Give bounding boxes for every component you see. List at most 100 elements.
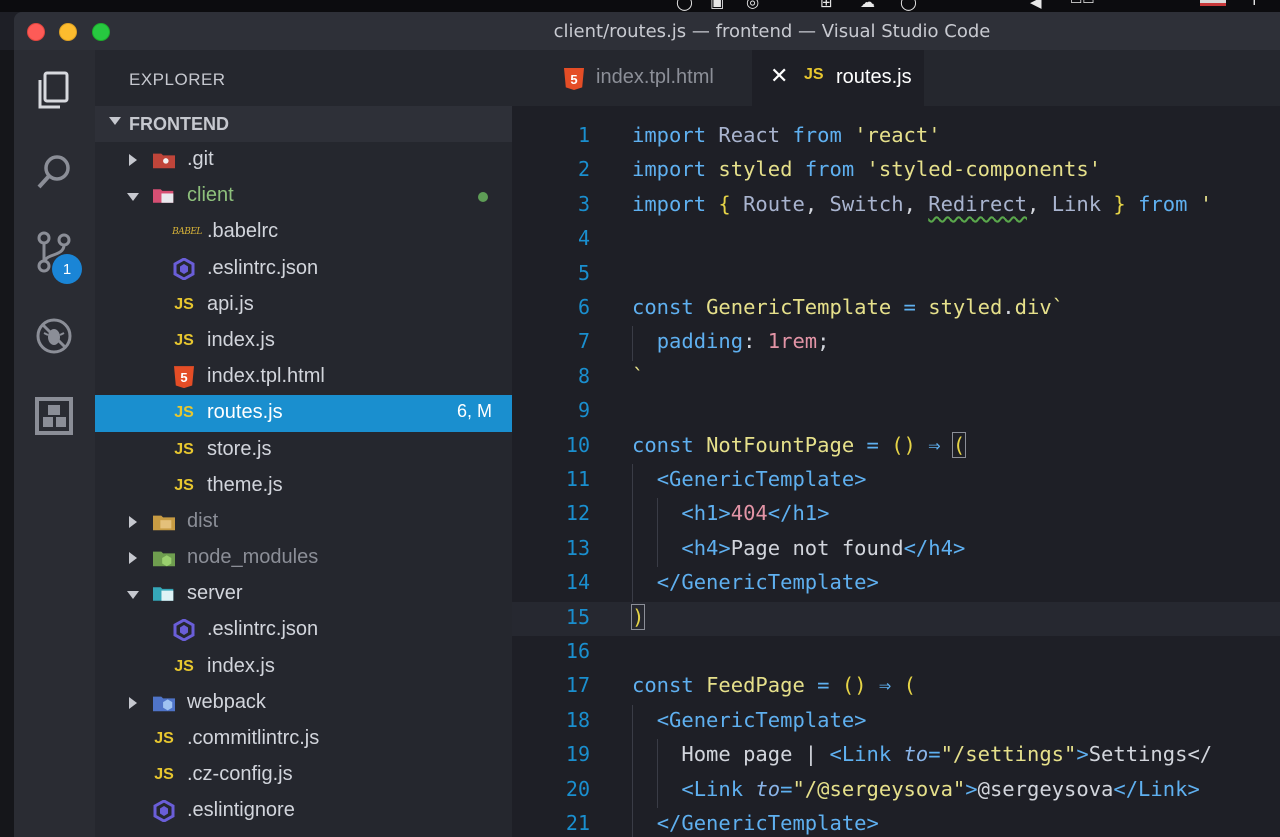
code-text: const FeedPage = () ⇒ ( bbox=[632, 673, 916, 698]
code-line[interactable]: 14 </GenericTemplate> bbox=[512, 567, 1280, 602]
tree-item-commitlintrc[interactable]: JS .commitlintrc.js bbox=[95, 721, 512, 757]
tree-item-label: .eslintrc.json bbox=[207, 256, 319, 279]
workspace-section-header[interactable]: FRONTEND bbox=[95, 106, 512, 142]
js-icon: JS bbox=[174, 295, 194, 313]
explorer-title: EXPLORER bbox=[129, 70, 226, 89]
line-number: 3 bbox=[577, 191, 590, 216]
code-text: import styled from 'styled-components' bbox=[632, 157, 1102, 182]
chevron-down-icon[interactable] bbox=[127, 591, 139, 600]
menubar-circle-icon[interactable]: ◯ bbox=[900, 0, 917, 10]
menubar-status-icon[interactable]: ◯ bbox=[676, 0, 693, 10]
tree-item-label: .eslintignore bbox=[187, 799, 295, 822]
tree-item-label: webpack bbox=[187, 690, 266, 713]
code-text: const GenericTemplate = styled.div` bbox=[632, 295, 1065, 319]
menubar-grid-icon[interactable]: ⊞ bbox=[820, 0, 833, 10]
tree-item-node-modules[interactable]: node_modules bbox=[95, 540, 512, 576]
code-line[interactable]: 12 <h1>404</h1> bbox=[512, 498, 1280, 533]
search-icon[interactable] bbox=[32, 150, 76, 194]
debug-icon[interactable] bbox=[32, 314, 76, 358]
code-line[interactable]: 5 bbox=[512, 258, 1280, 292]
chevron-down-icon[interactable] bbox=[127, 193, 139, 202]
code-line[interactable]: 15) bbox=[512, 601, 1280, 636]
tree-item-label: api.js bbox=[207, 292, 254, 315]
file-tree: .git client BABEL .babelrc .eslintrc.jso… bbox=[95, 142, 512, 830]
code-line[interactable]: 3 import { Route, Switch, Redirect, Link … bbox=[512, 189, 1280, 223]
menubar-bookmark-icon[interactable]: ▣ bbox=[710, 0, 724, 10]
js-icon: JS bbox=[174, 404, 194, 422]
code-line[interactable]: 1 import React from 'react' bbox=[512, 120, 1280, 154]
modified-dot bbox=[478, 192, 488, 203]
code-line[interactable]: 2 import styled from 'styled-components' bbox=[512, 154, 1280, 188]
menubar-volume-icon[interactable]: ◀ bbox=[1030, 0, 1042, 10]
code-line[interactable]: 11 <GenericTemplate> bbox=[512, 464, 1280, 499]
tree-item-theme-js[interactable]: JS theme.js bbox=[95, 468, 512, 504]
code-line[interactable]: 21 </GenericTemplate> bbox=[512, 808, 1280, 837]
close-tab-icon[interactable]: ✕ bbox=[770, 64, 788, 89]
code-line[interactable]: 8 ` bbox=[512, 361, 1280, 395]
code-line[interactable]: 10 const NotFountPage = () ⇒ ( bbox=[512, 430, 1280, 464]
tab-label: routes.js bbox=[836, 66, 912, 88]
menubar-cloud-icon[interactable]: ☁ bbox=[860, 0, 875, 10]
menubar-battery-icon[interactable]: ▭▭ bbox=[1070, 0, 1095, 8]
tree-item-client[interactable]: client bbox=[95, 178, 512, 214]
chevron-right-icon[interactable] bbox=[129, 515, 137, 528]
tree-item-routes-js[interactable]: JS routes.js 6, M bbox=[95, 395, 512, 432]
tree-item-eslintrc[interactable]: .eslintrc.json bbox=[95, 251, 512, 287]
dist-folder-icon bbox=[153, 512, 175, 532]
tree-item-git[interactable]: .git bbox=[95, 142, 512, 178]
tree-item-cz-config[interactable]: JS .cz-config.js bbox=[95, 757, 512, 793]
js-icon: JS bbox=[174, 657, 194, 675]
client-folder-icon bbox=[153, 186, 175, 206]
chevron-right-icon[interactable] bbox=[129, 696, 137, 709]
code-text: <h4>Page not found</h4> bbox=[681, 535, 966, 560]
line-number: 9 bbox=[577, 398, 590, 423]
html5-icon: 5 bbox=[173, 366, 195, 389]
code-line[interactable]: 19 Home page | <Link to="/settings">Sett… bbox=[512, 739, 1280, 774]
js-icon: JS bbox=[154, 730, 174, 747]
git-folder-icon bbox=[153, 150, 175, 170]
tab-index-tpl-html[interactable]: 5 index.tpl.html bbox=[512, 50, 752, 106]
code-editor[interactable]: 1 import React from 'react' 2 import styled… bbox=[512, 106, 1280, 837]
tree-item-eslintignore[interactable]: .eslintignore bbox=[95, 793, 512, 829]
webpack-folder-icon bbox=[153, 693, 175, 713]
code-line[interactable]: 18 <GenericTemplate> bbox=[512, 704, 1280, 740]
code-line[interactable]: 7 padding: 1rem; bbox=[512, 326, 1280, 361]
explorer-icon[interactable] bbox=[32, 68, 76, 112]
code-line[interactable]: 9 bbox=[512, 395, 1280, 429]
code-line[interactable]: 17 const FeedPage = () ⇒ ( bbox=[512, 670, 1280, 704]
activity-bar: 1 bbox=[14, 50, 95, 837]
tree-item-server[interactable]: server bbox=[95, 576, 512, 612]
menubar-user-icon[interactable]: T bbox=[1250, 0, 1259, 9]
tree-item-dist[interactable]: dist bbox=[95, 504, 512, 540]
desktop-edge bbox=[0, 50, 14, 837]
code-text: padding: 1rem; bbox=[656, 329, 830, 354]
tree-item-index-tpl-html[interactable]: 5 index.tpl.html bbox=[95, 359, 512, 395]
tree-item-index-js[interactable]: JS index.js bbox=[95, 323, 512, 359]
chevron-right-icon[interactable] bbox=[129, 154, 137, 166]
extensions-icon[interactable] bbox=[32, 394, 76, 438]
code-line[interactable]: 20 <Link to="/@sergeysova">@sergeysova</… bbox=[512, 773, 1280, 808]
code-line[interactable]: 6 const GenericTemplate = styled.div` bbox=[512, 292, 1280, 326]
tree-item-api-js[interactable]: JS api.js bbox=[95, 287, 512, 323]
tree-item-webpack[interactable]: webpack bbox=[95, 685, 512, 721]
tree-item-server-eslintrc[interactable]: .eslintrc.json bbox=[95, 612, 512, 648]
tree-item-server-index-js[interactable]: JS index.js bbox=[95, 649, 512, 685]
tree-item-store-js[interactable]: JS store.js bbox=[95, 432, 512, 468]
line-number: 2 bbox=[577, 157, 590, 182]
tab-routes-js[interactable]: ✕ JS routes.js bbox=[752, 50, 924, 106]
menubar-sync-icon[interactable]: ◎ bbox=[746, 0, 759, 10]
menubar-language-flag-icon[interactable] bbox=[1200, 0, 1226, 6]
line-number: 19 bbox=[565, 742, 590, 767]
line-number: 17 bbox=[565, 673, 590, 698]
code-line[interactable]: 4 bbox=[512, 223, 1280, 257]
chevron-right-icon[interactable] bbox=[129, 552, 137, 565]
code-line[interactable]: 13 <h4>Page not found</h4> bbox=[512, 532, 1280, 568]
tree-item-babelrc[interactable]: BABEL .babelrc bbox=[95, 214, 512, 250]
js-icon: JS bbox=[174, 331, 194, 349]
code-text: const NotFountPage = () ⇒ ( bbox=[632, 431, 967, 458]
problems-modified-badge: 6, M bbox=[456, 401, 492, 422]
code-line[interactable]: 16 bbox=[512, 636, 1280, 670]
line-number: 8 bbox=[577, 363, 590, 388]
code-text: ) bbox=[630, 603, 646, 630]
tree-item-label: theme.js bbox=[207, 473, 283, 496]
